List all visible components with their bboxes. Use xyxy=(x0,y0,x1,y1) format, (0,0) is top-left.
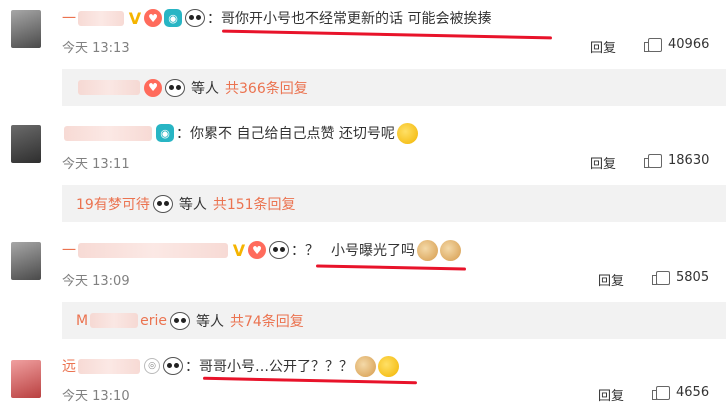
redacted-username xyxy=(90,313,139,328)
reply-username[interactable]: M xyxy=(76,313,88,329)
heart-fan-icon: ♥ xyxy=(248,241,266,259)
reply-summary[interactable]: M erie 等人 共74条回复 xyxy=(62,302,726,339)
avatar[interactable] xyxy=(11,125,41,163)
thinking-emoji-icon xyxy=(396,122,418,144)
vip-v-icon: V xyxy=(232,240,246,260)
comment-text-prefix: ：？ xyxy=(291,243,319,259)
comment-line: 远 ◎ ：哥哥小号…公开了？？？ xyxy=(62,353,399,379)
redacted-username xyxy=(78,10,124,26)
like-button[interactable]: 5805 xyxy=(652,270,710,285)
etc-label: 等人 xyxy=(195,313,224,330)
timestamp: 今天 13:10 xyxy=(62,389,130,404)
username[interactable]: 一 xyxy=(62,8,76,28)
like-count: 4656 xyxy=(676,385,710,400)
red-underline xyxy=(222,29,552,40)
panda-emoji-icon xyxy=(165,78,185,97)
username[interactable]: 一 xyxy=(62,240,76,260)
comment-line: 一 V ♥ ：？ 小号曝光了吗 xyxy=(62,237,461,263)
timestamp: 今天 13:09 xyxy=(62,274,130,289)
cat-emoji-icon xyxy=(417,239,438,261)
avatar[interactable] xyxy=(11,360,41,398)
reply-count-link[interactable]: 共151条回复 xyxy=(213,194,296,214)
etc-label: 等人 xyxy=(191,80,219,97)
camera-icon: ◉ xyxy=(156,124,174,142)
like-count: 18630 xyxy=(668,153,710,168)
timestamp: 今天 13:11 xyxy=(62,157,130,172)
comment-line: ◉ ：你累不 自己给自己点赞 还切号呢 xyxy=(62,120,418,146)
like-count: 5805 xyxy=(676,270,710,285)
camera-icon: ◉ xyxy=(164,9,182,27)
avatar[interactable] xyxy=(11,10,41,48)
panda-emoji-icon xyxy=(185,9,205,27)
comment-text: 小号曝光了吗 xyxy=(331,243,415,259)
comment-text: ：哥你开小号也不经常更新的话 可能会被挨揍 xyxy=(207,11,492,27)
thumbs-up-icon xyxy=(652,385,670,400)
avatar[interactable] xyxy=(11,242,41,280)
timestamp: 今天 13:13 xyxy=(62,41,130,56)
comment-text: ：你累不 自己给自己点赞 还切号呢 xyxy=(176,126,395,142)
thumbs-up-icon xyxy=(644,153,662,168)
reply-button[interactable]: 回复 xyxy=(598,385,624,404)
redacted-username xyxy=(78,358,140,374)
cat-emoji-icon xyxy=(440,239,461,261)
etc-label: 等人 xyxy=(178,196,207,213)
panda-emoji-icon xyxy=(163,357,183,375)
reply-count-link[interactable]: 共74条回复 xyxy=(230,311,304,331)
redacted-username xyxy=(78,80,140,95)
red-underline xyxy=(315,264,467,271)
medal-icon: ◎ xyxy=(144,358,160,374)
reply-username-suffix[interactable]: erie xyxy=(140,313,167,329)
reply-summary[interactable]: 19有梦可待 等人 共151条回复 xyxy=(62,185,726,222)
reply-count-link[interactable]: 共366条回复 xyxy=(225,78,308,98)
like-button[interactable]: 4656 xyxy=(652,385,710,400)
panda-emoji-icon xyxy=(269,241,289,259)
comment-line: 一 V ♥ ◉ ：哥你开小号也不经常更新的话 可能会被挨揍 xyxy=(62,5,491,31)
like-count: 40966 xyxy=(668,37,710,52)
reply-button[interactable]: 回复 xyxy=(598,270,624,289)
like-button[interactable]: 18630 xyxy=(644,153,710,168)
heart-fan-icon: ♥ xyxy=(144,9,162,27)
blush-emoji-icon xyxy=(378,355,399,377)
thumbs-up-icon xyxy=(652,270,670,285)
reply-button[interactable]: 回复 xyxy=(590,37,616,56)
panda-emoji-icon xyxy=(152,194,173,213)
cat-emoji-icon xyxy=(355,355,376,377)
redacted-username xyxy=(64,125,152,141)
redacted-username xyxy=(78,242,228,258)
reply-button[interactable]: 回复 xyxy=(590,153,616,172)
vip-v-icon: V xyxy=(128,8,142,28)
thumbs-up-icon xyxy=(644,37,662,52)
reply-username[interactable]: 19有梦可待 xyxy=(76,194,150,214)
heart-fan-icon: ♥ xyxy=(144,78,162,97)
like-button[interactable]: 40966 xyxy=(644,37,710,52)
panda-emoji-icon xyxy=(169,311,190,330)
username[interactable]: 远 xyxy=(62,356,76,376)
reply-summary[interactable]: ♥ 等人 共366条回复 xyxy=(62,69,726,106)
comment-text: ：哥哥小号…公开了？？？ xyxy=(185,359,353,375)
